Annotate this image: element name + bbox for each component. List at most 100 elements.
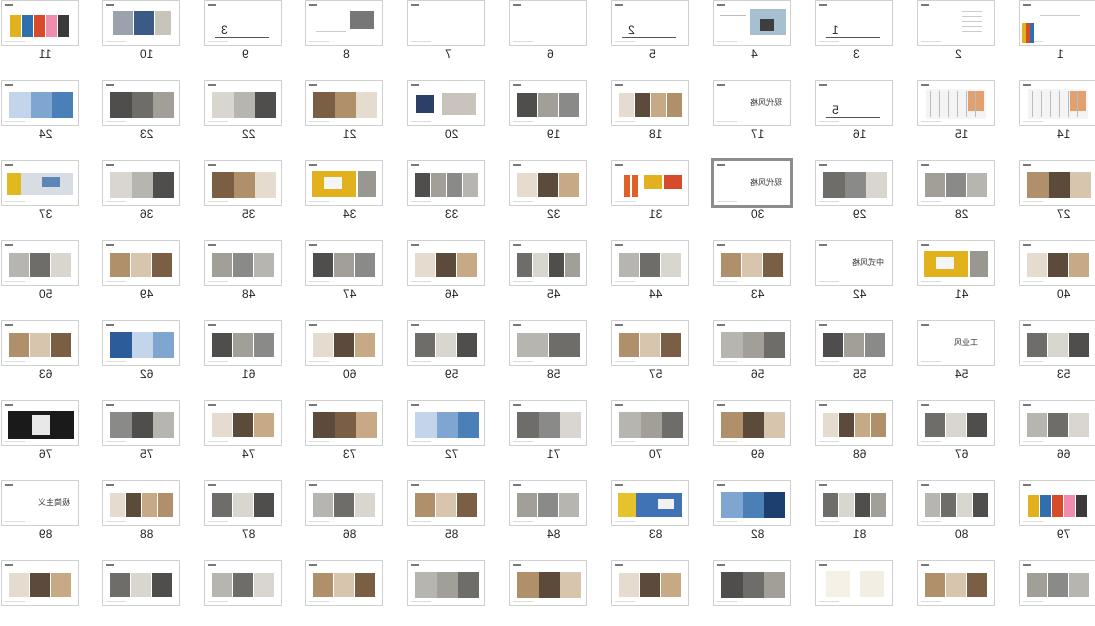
slide-thumbnail[interactable]: 82 (713, 480, 791, 546)
slide-thumbnail[interactable]: 现代风格 30 (711, 158, 793, 226)
slide-thumbnail[interactable] (204, 560, 282, 626)
slide-thumbnail[interactable]: 85 (407, 480, 485, 546)
slide-thumbnail[interactable]: 21 (305, 80, 383, 146)
slide-thumbnail[interactable]: 79 (1019, 480, 1095, 546)
slide-thumbnail[interactable]: 73 (305, 400, 383, 466)
slide-thumbnail[interactable]: 极简主义 89 (1, 480, 79, 546)
photo (973, 493, 988, 517)
slide-thumbnail[interactable]: 24 (1, 80, 79, 146)
slide-thumbnail[interactable] (1, 560, 79, 626)
slide-thumbnail[interactable]: 13 (815, 0, 893, 66)
footer-line (615, 201, 635, 202)
slide-thumbnail[interactable] (407, 560, 485, 626)
slide-preview (305, 480, 383, 526)
slide-thumbnail[interactable]: 83 (611, 480, 689, 546)
slide-thumbnail[interactable]: 56 (713, 320, 791, 386)
slide-thumbnail[interactable]: 88 (102, 480, 180, 546)
slide-thumbnail[interactable]: 5 16 (815, 80, 893, 146)
slide-thumbnail[interactable]: 中式风格 42 (815, 240, 893, 306)
slide-thumbnail[interactable]: 84 (509, 480, 587, 546)
slide-thumbnail[interactable]: 62 (102, 320, 180, 386)
slide-thumbnail[interactable]: 80 (917, 480, 995, 546)
slide-thumbnail[interactable]: 68 (815, 400, 893, 466)
slide-thumbnail[interactable]: 31 (611, 160, 689, 226)
slide-thumbnail[interactable]: 57 (611, 320, 689, 386)
slide-thumbnail[interactable]: 67 (917, 400, 995, 466)
slide-thumbnail[interactable]: 49 (102, 240, 180, 306)
slide-thumbnail[interactable] (815, 560, 893, 626)
slide-thumbnail[interactable]: 2 (917, 0, 995, 66)
slide-thumbnail[interactable]: 50 (1, 240, 79, 306)
slide-thumbnail[interactable] (1019, 560, 1095, 626)
footer-line (819, 41, 839, 42)
slide-thumbnail[interactable]: 41 (917, 240, 995, 306)
slide-thumbnail[interactable]: 40 (1019, 240, 1095, 306)
slide-number: 24 (39, 127, 53, 141)
slide-thumbnail[interactable]: 10 (102, 0, 180, 66)
slide-thumbnail[interactable]: 59 (407, 320, 485, 386)
slide-thumbnail[interactable]: 70 (611, 400, 689, 466)
slide-thumbnail[interactable]: 48 (204, 240, 282, 306)
brand-mark (1023, 4, 1031, 6)
slide-thumbnail[interactable]: 20 (407, 80, 485, 146)
slide-number: 82 (751, 527, 765, 541)
slide-thumbnail[interactable]: 61 (204, 320, 282, 386)
slide-thumbnail[interactable]: 45 (509, 240, 587, 306)
slide-thumbnail[interactable]: 34 (305, 160, 383, 226)
slide-preview (815, 160, 893, 206)
slide-thumbnail[interactable]: 75 (102, 400, 180, 466)
slide-thumbnail[interactable]: 39 (204, 0, 282, 66)
slide-thumbnail[interactable]: 现代风格 17 (713, 80, 791, 146)
slide-thumbnail[interactable]: 81 (815, 480, 893, 546)
slide-thumbnail[interactable]: 27 (1019, 160, 1095, 226)
slide-thumbnail[interactable]: 43 (713, 240, 791, 306)
brand-mark (5, 484, 13, 486)
slide-thumbnail[interactable]: 28 (917, 160, 995, 226)
slide-thumbnail[interactable]: 18 (611, 80, 689, 146)
slide-thumbnail[interactable]: 35 (204, 160, 282, 226)
slide-thumbnail[interactable]: 4 (713, 0, 791, 66)
slide-thumbnail[interactable]: 86 (305, 480, 383, 546)
slide-thumbnail[interactable]: 37 (1, 160, 79, 226)
slide-thumbnail[interactable]: 22 (204, 80, 282, 146)
slide-thumbnail[interactable]: 53 (1019, 320, 1095, 386)
slide-thumbnail[interactable]: 29 (815, 160, 893, 226)
slide-thumbnail[interactable]: 74 (204, 400, 282, 466)
slide-thumbnail[interactable]: 8 (305, 0, 383, 66)
slide-thumbnail[interactable]: 46 (407, 240, 485, 306)
photo (968, 91, 984, 111)
footer-line (208, 41, 228, 42)
slide-thumbnail[interactable]: 47 (305, 240, 383, 306)
slide-thumbnail[interactable]: 63 (1, 320, 79, 386)
slide-thumbnail[interactable]: 23 (102, 80, 180, 146)
slide-thumbnail[interactable]: 87 (204, 480, 282, 546)
slide-thumbnail[interactable]: 15 (917, 80, 995, 146)
slide-thumbnail[interactable]: 1 (1019, 0, 1095, 66)
slide-thumbnail[interactable]: 25 (611, 0, 689, 66)
slide-thumbnail[interactable]: 72 (407, 400, 485, 466)
slide-thumbnail[interactable]: 7 (407, 0, 485, 66)
slide-thumbnail[interactable]: 33 (407, 160, 485, 226)
slide-thumbnail[interactable]: 44 (611, 240, 689, 306)
slide-thumbnail[interactable]: 66 (1019, 400, 1095, 466)
slide-thumbnail[interactable]: 36 (102, 160, 180, 226)
slide-thumbnail[interactable] (611, 560, 689, 626)
slide-thumbnail[interactable]: 32 (509, 160, 587, 226)
slide-thumbnail[interactable]: 14 (1019, 80, 1095, 146)
slide-thumbnail[interactable]: 60 (305, 320, 383, 386)
slide-thumbnail[interactable]: 76 (1, 400, 79, 466)
slide-thumbnail[interactable]: 58 (509, 320, 587, 386)
slide-thumbnail[interactable] (102, 560, 180, 626)
slide-thumbnail[interactable]: 19 (509, 80, 587, 146)
slide-thumbnail[interactable] (305, 560, 383, 626)
slide-thumbnail[interactable] (917, 560, 995, 626)
slide-thumbnail[interactable] (509, 560, 587, 626)
slide-thumbnail[interactable]: 71 (509, 400, 587, 466)
slide-thumbnail[interactable]: 69 (713, 400, 791, 466)
slide-thumbnail[interactable]: 55 (815, 320, 893, 386)
slide-thumbnail[interactable]: 11 (1, 0, 79, 66)
photo (1069, 413, 1089, 437)
slide-thumbnail[interactable] (713, 560, 791, 626)
slide-thumbnail[interactable]: 工业风 54 (917, 320, 995, 386)
slide-thumbnail[interactable]: 6 (509, 0, 587, 66)
